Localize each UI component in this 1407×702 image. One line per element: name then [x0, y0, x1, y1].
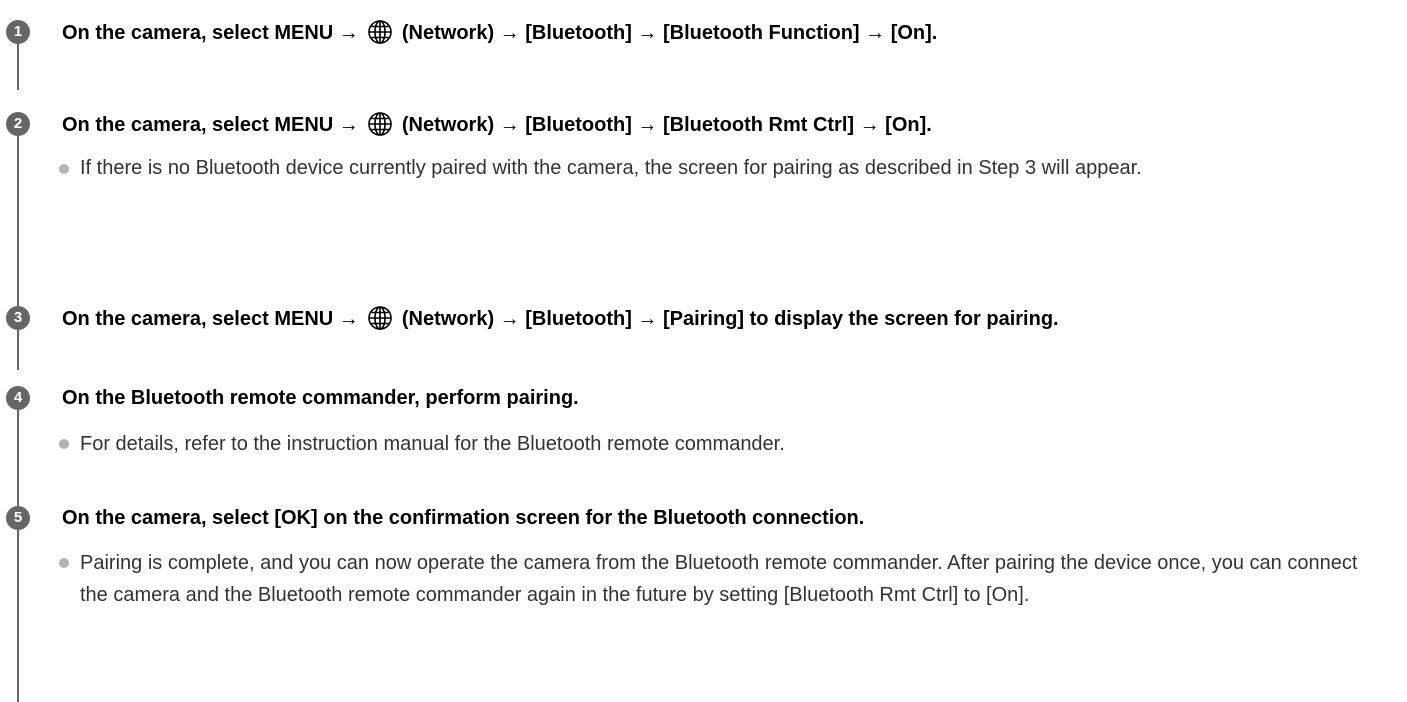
step-title: On the camera, select MENU → (Network) →… [62, 305, 1059, 332]
step-number: 5 [6, 506, 30, 530]
step-connector-line [17, 410, 19, 508]
bullet-icon [59, 558, 69, 568]
step-title-text: (Network) → [Bluetooth] → [Bluetooth Rmt… [396, 114, 932, 136]
step-connector-line [17, 130, 19, 308]
step-title-text: (Network) → [Bluetooth] → [Bluetooth Fun… [396, 22, 938, 44]
step-title: On the camera, select [OK] on the confir… [62, 507, 865, 529]
step-connector-line [17, 330, 19, 370]
globe-icon [368, 20, 393, 44]
step-title-text: On the camera, select MENU → [62, 22, 365, 44]
bullet-icon [59, 164, 69, 174]
step-note: For details, refer to the instruction ma… [80, 433, 785, 455]
globe-icon [368, 112, 393, 136]
step-number: 3 [6, 306, 30, 330]
step-title-text: On the camera, select MENU → [62, 308, 365, 330]
bullet-icon [59, 439, 69, 449]
step-connector-line [17, 530, 19, 702]
step-number: 4 [6, 386, 30, 410]
step-title: On the camera, select MENU → (Network) →… [62, 19, 937, 46]
step-title-text: (Network) → [Bluetooth] → [Pairing] to d… [396, 308, 1059, 330]
step-number: 2 [6, 112, 30, 136]
step-note: Pairing is complete, and you can now ope… [80, 552, 1358, 606]
step-title: On the camera, select MENU → (Network) →… [62, 111, 932, 138]
step-title-text: On the camera, select MENU → [62, 114, 365, 136]
step-title: On the Bluetooth remote commander, perfo… [62, 387, 579, 409]
steps-list: 1 On the camera, select MENU → (Network)… [0, 0, 1407, 702]
step-note: If there is no Bluetooth device currentl… [80, 157, 1142, 179]
step-number: 1 [6, 20, 30, 44]
globe-icon [368, 306, 393, 330]
